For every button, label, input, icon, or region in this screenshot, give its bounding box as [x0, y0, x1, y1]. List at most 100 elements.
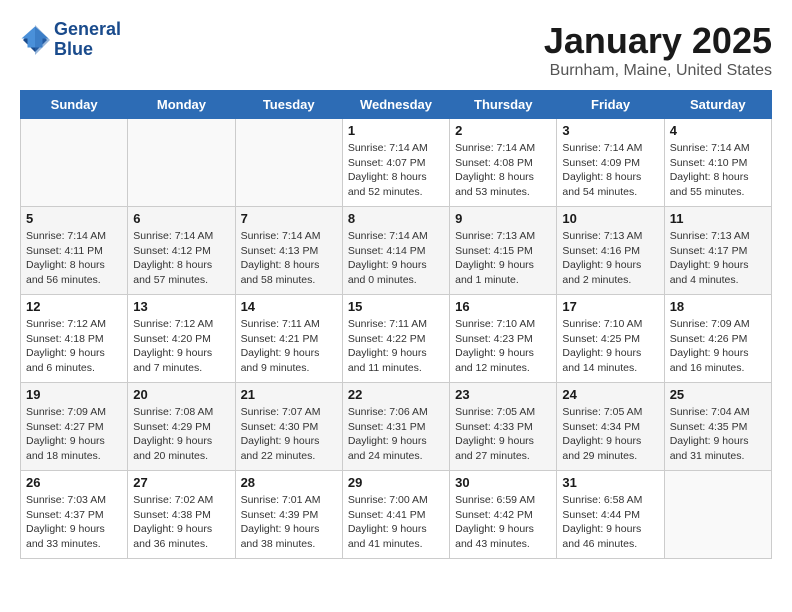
day-info: Sunrise: 7:05 AM Sunset: 4:34 PM Dayligh…: [562, 405, 658, 464]
day-info: Sunrise: 7:14 AM Sunset: 4:13 PM Dayligh…: [241, 229, 337, 288]
column-header-sunday: Sunday: [21, 91, 128, 119]
day-number: 2: [455, 123, 551, 138]
calendar-table: SundayMondayTuesdayWednesdayThursdayFrid…: [20, 90, 772, 559]
calendar-cell: 23 Sunrise: 7:05 AM Sunset: 4:33 PM Dayli…: [450, 383, 557, 471]
calendar-cell: 27 Sunrise: 7:02 AM Sunset: 4:38 PM Dayli…: [128, 471, 235, 559]
day-info: Sunrise: 7:05 AM Sunset: 4:33 PM Dayligh…: [455, 405, 551, 464]
day-info: Sunrise: 7:12 AM Sunset: 4:20 PM Dayligh…: [133, 317, 229, 376]
day-info: Sunrise: 7:00 AM Sunset: 4:41 PM Dayligh…: [348, 493, 444, 552]
calendar-cell: 9 Sunrise: 7:13 AM Sunset: 4:15 PM Daylig…: [450, 207, 557, 295]
calendar-cell: 6Sunrise: 7:14 AM Sunset: 4:12 PM Daylig…: [128, 207, 235, 295]
day-number: 12: [26, 299, 122, 314]
day-info: Sunrise: 7:14 AM Sunset: 4:11 PM Dayligh…: [26, 229, 122, 288]
day-number: 19: [26, 387, 122, 402]
column-header-wednesday: Wednesday: [342, 91, 449, 119]
column-header-tuesday: Tuesday: [235, 91, 342, 119]
logo-icon: [20, 25, 50, 55]
day-number: 4: [670, 123, 766, 138]
logo-text: General Blue: [54, 20, 121, 60]
day-info: Sunrise: 7:10 AM Sunset: 4:25 PM Dayligh…: [562, 317, 658, 376]
day-number: 18: [670, 299, 766, 314]
day-info: Sunrise: 7:14 AM Sunset: 4:14 PM Dayligh…: [348, 229, 444, 288]
day-number: 26: [26, 475, 122, 490]
day-info: Sunrise: 7:12 AM Sunset: 4:18 PM Dayligh…: [26, 317, 122, 376]
calendar-cell: 19 Sunrise: 7:09 AM Sunset: 4:27 PM Dayli…: [21, 383, 128, 471]
day-info: Sunrise: 7:01 AM Sunset: 4:39 PM Dayligh…: [241, 493, 337, 552]
calendar-cell: [128, 119, 235, 207]
day-info: Sunrise: 7:10 AM Sunset: 4:23 PM Dayligh…: [455, 317, 551, 376]
day-info: Sunrise: 7:09 AM Sunset: 4:27 PM Dayligh…: [26, 405, 122, 464]
day-info: Sunrise: 7:11 AM Sunset: 4:22 PM Dayligh…: [348, 317, 444, 376]
day-info: Sunrise: 7:14 AM Sunset: 4:08 PM Dayligh…: [455, 141, 551, 200]
calendar-cell: 25Sunrise: 7:04 AM Sunset: 4:35 PM Dayli…: [664, 383, 771, 471]
day-number: 16: [455, 299, 551, 314]
calendar-cell: 29 Sunrise: 7:00 AM Sunset: 4:41 PM Dayli…: [342, 471, 449, 559]
calendar-cell: 7 Sunrise: 7:14 AM Sunset: 4:13 PM Daylig…: [235, 207, 342, 295]
day-number: 11: [670, 211, 766, 226]
day-info: Sunrise: 7:13 AM Sunset: 4:15 PM Dayligh…: [455, 229, 551, 288]
day-number: 15: [348, 299, 444, 314]
day-info: Sunrise: 7:06 AM Sunset: 4:31 PM Dayligh…: [348, 405, 444, 464]
title-section: January 2025 Burnham, Maine, United Stat…: [544, 20, 772, 80]
column-header-friday: Friday: [557, 91, 664, 119]
calendar-cell: 10 Sunrise: 7:13 AM Sunset: 4:16 PM Dayli…: [557, 207, 664, 295]
calendar-cell: 24 Sunrise: 7:05 AM Sunset: 4:34 PM Dayli…: [557, 383, 664, 471]
day-number: 31: [562, 475, 658, 490]
day-number: 14: [241, 299, 337, 314]
calendar-cell: 20 Sunrise: 7:08 AM Sunset: 4:29 PM Dayli…: [128, 383, 235, 471]
day-number: 8: [348, 211, 444, 226]
day-number: 9: [455, 211, 551, 226]
day-info: Sunrise: 7:13 AM Sunset: 4:16 PM Dayligh…: [562, 229, 658, 288]
calendar-cell: [21, 119, 128, 207]
calendar-cell: 3 Sunrise: 7:14 AM Sunset: 4:09 PM Daylig…: [557, 119, 664, 207]
day-info: Sunrise: 7:14 AM Sunset: 4:07 PM Dayligh…: [348, 141, 444, 200]
day-number: 22: [348, 387, 444, 402]
column-header-monday: Monday: [128, 91, 235, 119]
calendar-cell: 30Sunrise: 6:59 AM Sunset: 4:42 PM Dayli…: [450, 471, 557, 559]
day-info: Sunrise: 7:13 AM Sunset: 4:17 PM Dayligh…: [670, 229, 766, 288]
day-number: 1: [348, 123, 444, 138]
calendar-cell: 31 Sunrise: 6:58 AM Sunset: 4:44 PM Dayli…: [557, 471, 664, 559]
day-info: Sunrise: 7:14 AM Sunset: 4:09 PM Dayligh…: [562, 141, 658, 200]
day-info: Sunrise: 7:03 AM Sunset: 4:37 PM Dayligh…: [26, 493, 122, 552]
day-number: 21: [241, 387, 337, 402]
day-info: Sunrise: 7:08 AM Sunset: 4:29 PM Dayligh…: [133, 405, 229, 464]
calendar-cell: 5 Sunrise: 7:14 AM Sunset: 4:11 PM Daylig…: [21, 207, 128, 295]
day-number: 29: [348, 475, 444, 490]
day-number: 10: [562, 211, 658, 226]
day-number: 27: [133, 475, 229, 490]
week-row-3: 12 Sunrise: 7:12 AM Sunset: 4:18 PM Dayli…: [21, 295, 772, 383]
week-row-1: 1 Sunrise: 7:14 AM Sunset: 4:07 PM Daylig…: [21, 119, 772, 207]
month-title: January 2025: [544, 20, 772, 62]
day-number: 17: [562, 299, 658, 314]
day-info: Sunrise: 7:14 AM Sunset: 4:12 PM Dayligh…: [133, 229, 229, 288]
calendar-cell: 8 Sunrise: 7:14 AM Sunset: 4:14 PM Daylig…: [342, 207, 449, 295]
calendar-cell: 14 Sunrise: 7:11 AM Sunset: 4:21 PM Dayli…: [235, 295, 342, 383]
day-info: Sunrise: 7:07 AM Sunset: 4:30 PM Dayligh…: [241, 405, 337, 464]
calendar-cell: 22 Sunrise: 7:06 AM Sunset: 4:31 PM Dayli…: [342, 383, 449, 471]
week-row-2: 5 Sunrise: 7:14 AM Sunset: 4:11 PM Daylig…: [21, 207, 772, 295]
day-info: Sunrise: 6:59 AM Sunset: 4:42 PM Dayligh…: [455, 493, 551, 552]
column-header-thursday: Thursday: [450, 91, 557, 119]
day-number: 24: [562, 387, 658, 402]
day-info: Sunrise: 6:58 AM Sunset: 4:44 PM Dayligh…: [562, 493, 658, 552]
calendar-cell: 11 Sunrise: 7:13 AM Sunset: 4:17 PM Dayli…: [664, 207, 771, 295]
day-number: 7: [241, 211, 337, 226]
day-number: 20: [133, 387, 229, 402]
day-number: 5: [26, 211, 122, 226]
day-number: 3: [562, 123, 658, 138]
column-header-saturday: Saturday: [664, 91, 771, 119]
day-number: 28: [241, 475, 337, 490]
calendar-cell: 1 Sunrise: 7:14 AM Sunset: 4:07 PM Daylig…: [342, 119, 449, 207]
calendar-cell: 26 Sunrise: 7:03 AM Sunset: 4:37 PM Dayli…: [21, 471, 128, 559]
day-info: Sunrise: 7:02 AM Sunset: 4:38 PM Dayligh…: [133, 493, 229, 552]
calendar-cell: 12 Sunrise: 7:12 AM Sunset: 4:18 PM Dayli…: [21, 295, 128, 383]
location: Burnham, Maine, United States: [544, 62, 772, 80]
day-info: Sunrise: 7:11 AM Sunset: 4:21 PM Dayligh…: [241, 317, 337, 376]
calendar-cell: 13Sunrise: 7:12 AM Sunset: 4:20 PM Dayli…: [128, 295, 235, 383]
day-number: 23: [455, 387, 551, 402]
day-info: Sunrise: 7:14 AM Sunset: 4:10 PM Dayligh…: [670, 141, 766, 200]
week-row-5: 26 Sunrise: 7:03 AM Sunset: 4:37 PM Dayli…: [21, 471, 772, 559]
calendar-cell: [664, 471, 771, 559]
calendar-cell: 2 Sunrise: 7:14 AM Sunset: 4:08 PM Daylig…: [450, 119, 557, 207]
